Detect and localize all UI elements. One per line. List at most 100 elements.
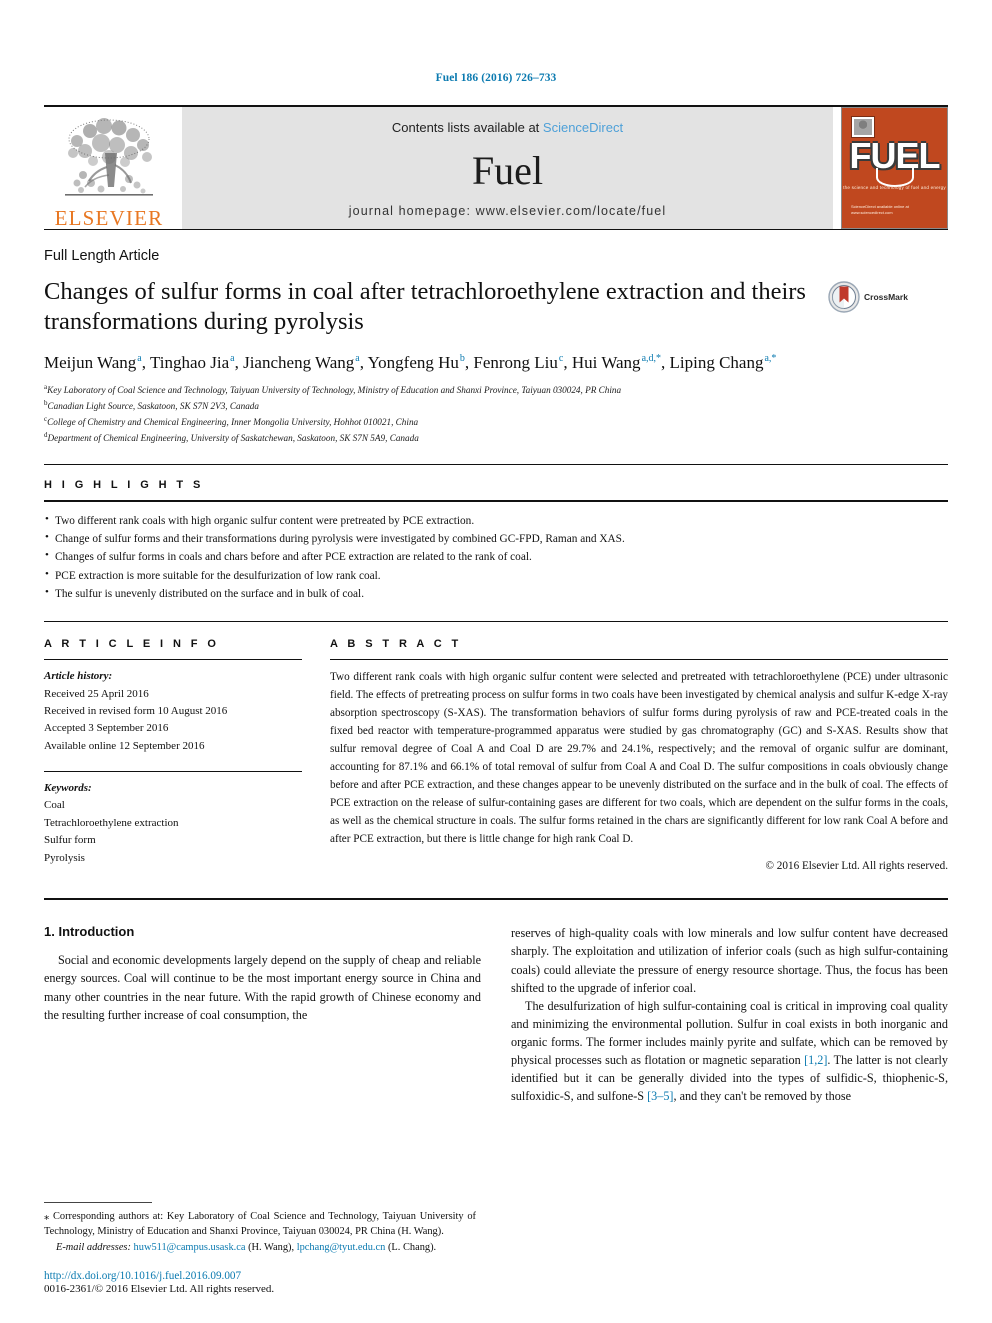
info-abstract-region: A R T I C L E I N F O Article history: R… bbox=[44, 638, 948, 872]
author-name: Tinghao Jia bbox=[149, 352, 230, 372]
keywords-lines: Coal Tetrachloroethylene extraction Sulfur… bbox=[44, 797, 302, 867]
affiliation-item: aKey Laboratory of Coal Science and Tech… bbox=[44, 382, 948, 398]
body-column-right: reserves of high-quality coals with low … bbox=[511, 924, 948, 1104]
contents-available-line: Contents lists available at ScienceDirec… bbox=[392, 120, 623, 135]
author-affiliation-marker: a,d,* bbox=[641, 353, 662, 365]
doi-link[interactable]: http://dx.doi.org/10.1016/j.fuel.2016.09… bbox=[44, 1270, 476, 1282]
article-history-label: Article history: bbox=[44, 670, 113, 683]
article-info-column: A R T I C L E I N F O Article history: R… bbox=[44, 638, 302, 872]
elsevier-wordmark: ELSEVIER bbox=[54, 206, 164, 230]
masthead-center: Contents lists available at ScienceDirec… bbox=[182, 107, 833, 229]
email-owner-2: (L. Chang). bbox=[387, 1241, 437, 1253]
author-list: Meijun Wanga, Tinghao Jiaa, Jiancheng Wa… bbox=[44, 352, 777, 372]
journal-homepage[interactable]: journal homepage: www.elsevier.com/locat… bbox=[349, 204, 666, 218]
body-column-left: 1. Introduction Social and economic deve… bbox=[44, 924, 481, 1104]
crossmark-label: CrossMark bbox=[864, 292, 908, 302]
highlights-section: H I G H L I G H T S Two different rank c… bbox=[44, 479, 948, 603]
abstract-label: A B S T R A C T bbox=[330, 638, 462, 651]
keyword-item: Sulfur form bbox=[44, 834, 96, 847]
doi-block: http://dx.doi.org/10.1016/j.fuel.2016.09… bbox=[44, 1270, 476, 1295]
affiliation-text: College of Chemistry and Chemical Engine… bbox=[47, 416, 419, 427]
highlight-item: Two different rank coals with high organ… bbox=[44, 511, 948, 530]
author-affiliation-marker: a bbox=[230, 353, 235, 365]
email-label: E-mail addresses: bbox=[56, 1241, 131, 1253]
author-name: Jiancheng Wang bbox=[243, 352, 355, 372]
intro-paragraph-left: Social and economic developments largely… bbox=[44, 953, 481, 1022]
article-history-item: Accepted 3 September 2016 bbox=[44, 722, 169, 735]
journal-title: Fuel bbox=[471, 147, 544, 193]
cover-subtitle: the science and technology of fuel and e… bbox=[843, 185, 946, 190]
affiliation-text: Department of Chemical Engineering, Univ… bbox=[47, 432, 419, 443]
keywords-rule bbox=[44, 771, 302, 773]
intro-paragraph-right-1: reserves of high-quality coals with low … bbox=[511, 926, 948, 995]
cover-bottom-text: ScienceDirect available online at www.sc… bbox=[851, 204, 909, 216]
highlights-top-rule bbox=[44, 463, 948, 465]
title-row: Changes of sulfur forms in coal after te… bbox=[44, 277, 948, 337]
email-owner-1: (H. Wang), bbox=[248, 1241, 295, 1253]
footnote-rule bbox=[44, 1201, 152, 1203]
article-info-rule bbox=[44, 659, 302, 661]
intro-paragraph-right-2: The desulfurization of high sulfur-conta… bbox=[511, 997, 948, 1105]
keyword-item: Pyrolysis bbox=[44, 851, 85, 864]
elsevier-tree-icon bbox=[65, 118, 153, 196]
email-addresses-note: E-mail addresses: huw511@campus.usask.ca… bbox=[44, 1240, 476, 1255]
affiliation-list: aKey Laboratory of Coal Science and Tech… bbox=[44, 382, 948, 446]
citation-ref-2[interactable]: [3–5] bbox=[647, 1089, 673, 1103]
article-info-label: A R T I C L E I N F O bbox=[44, 638, 220, 651]
masthead-bottom-rule bbox=[44, 229, 948, 230]
author-affiliation-marker: a bbox=[355, 353, 360, 365]
keywords-label: Keywords: bbox=[44, 782, 92, 795]
keyword-item: Tetrachloroethylene extraction bbox=[44, 816, 179, 829]
article-type: Full Length Article bbox=[44, 248, 160, 264]
issn-copyright: 0016-2361/© 2016 Elsevier Ltd. All right… bbox=[44, 1283, 275, 1295]
abstract-text: Two different rank coals with high organ… bbox=[330, 671, 948, 845]
author-name: Yongfeng Hu bbox=[367, 352, 459, 372]
author-name: Meijun Wang bbox=[44, 352, 137, 372]
body-columns: 1. Introduction Social and economic deve… bbox=[44, 924, 948, 1104]
info-abstract-top-rule bbox=[44, 621, 948, 623]
author-affiliation-marker: a,* bbox=[764, 353, 777, 365]
elsevier-logo: ELSEVIER bbox=[44, 107, 174, 229]
affiliation-text: Canadian Light Source, Saskatoon, SK S7N… bbox=[47, 400, 260, 411]
crossmark-badge[interactable]: CrossMark bbox=[828, 281, 908, 313]
page-title: Changes of sulfur forms in coal after te… bbox=[44, 278, 806, 335]
highlights-rule bbox=[44, 499, 948, 502]
keyword-item: Coal bbox=[44, 799, 65, 812]
author-name: Fenrong Liu bbox=[473, 352, 558, 372]
highlight-item: Change of sulfur forms and their transfo… bbox=[44, 529, 948, 548]
author-name: Hui Wang bbox=[571, 352, 641, 372]
journal-masthead: ELSEVIER Contents lists available at Sci… bbox=[44, 105, 948, 229]
highlight-item: Changes of sulfur forms in coals and cha… bbox=[44, 547, 948, 566]
affiliation-item: cCollege of Chemistry and Chemical Engin… bbox=[44, 414, 948, 430]
author-affiliation-marker: c bbox=[558, 353, 564, 365]
abstract-copyright: © 2016 Elsevier Ltd. All rights reserved… bbox=[765, 860, 949, 873]
abstract-column: A B S T R A C T Two different rank coals… bbox=[330, 638, 948, 872]
crossmark-icon bbox=[828, 281, 860, 313]
email-link-1[interactable]: huw511@campus.usask.ca bbox=[134, 1242, 246, 1253]
affiliation-text: Key Laboratory of Coal Science and Techn… bbox=[47, 384, 622, 395]
body-top-rule bbox=[44, 898, 948, 901]
footnote-block: ⁎ Corresponding authors at: Key Laborato… bbox=[44, 1201, 476, 1295]
article-history-block: Article history: Received 25 April 2016 R… bbox=[44, 668, 302, 755]
highlights-list: Two different rank coals with high organ… bbox=[44, 511, 948, 603]
journal-cover-image: FUEL the science and technology of fuel … bbox=[841, 107, 948, 229]
affiliation-item: dDepartment of Chemical Engineering, Uni… bbox=[44, 430, 948, 446]
intro-text-c: , and they can't be removed by those bbox=[673, 1088, 852, 1103]
section-heading-introduction: 1. Introduction bbox=[44, 924, 135, 940]
corresponding-author-note: ⁎ Corresponding authors at: Key Laborato… bbox=[44, 1210, 476, 1237]
affiliation-item: bCanadian Light Source, Saskatoon, SK S7… bbox=[44, 398, 948, 414]
email-link-2[interactable]: lpchang@tyut.edu.cn bbox=[297, 1242, 386, 1253]
article-history-item: Available online 12 September 2016 bbox=[44, 739, 205, 752]
cover-bottom-line-2: www.sciencedirect.com bbox=[851, 210, 893, 215]
running-head: Fuel 186 (2016) 726–733 bbox=[435, 72, 557, 84]
article-page: Fuel 186 (2016) 726–733 ELSEVIER Content… bbox=[0, 0, 992, 1323]
highlight-item: PCE extraction is more suitable for the … bbox=[44, 566, 948, 585]
sciencedirect-link[interactable]: ScienceDirect bbox=[543, 120, 623, 135]
abstract-rule bbox=[330, 659, 948, 661]
author-affiliation-marker: b bbox=[459, 353, 465, 365]
article-history-lines: Received 25 April 2016 Received in revise… bbox=[44, 686, 302, 756]
article-history-item: Received in revised form 10 August 2016 bbox=[44, 704, 228, 717]
highlight-item: The sulfur is unevenly distributed on th… bbox=[44, 584, 948, 603]
article-history-item: Received 25 April 2016 bbox=[44, 687, 149, 700]
citation-ref-1[interactable]: [1,2] bbox=[804, 1053, 827, 1067]
